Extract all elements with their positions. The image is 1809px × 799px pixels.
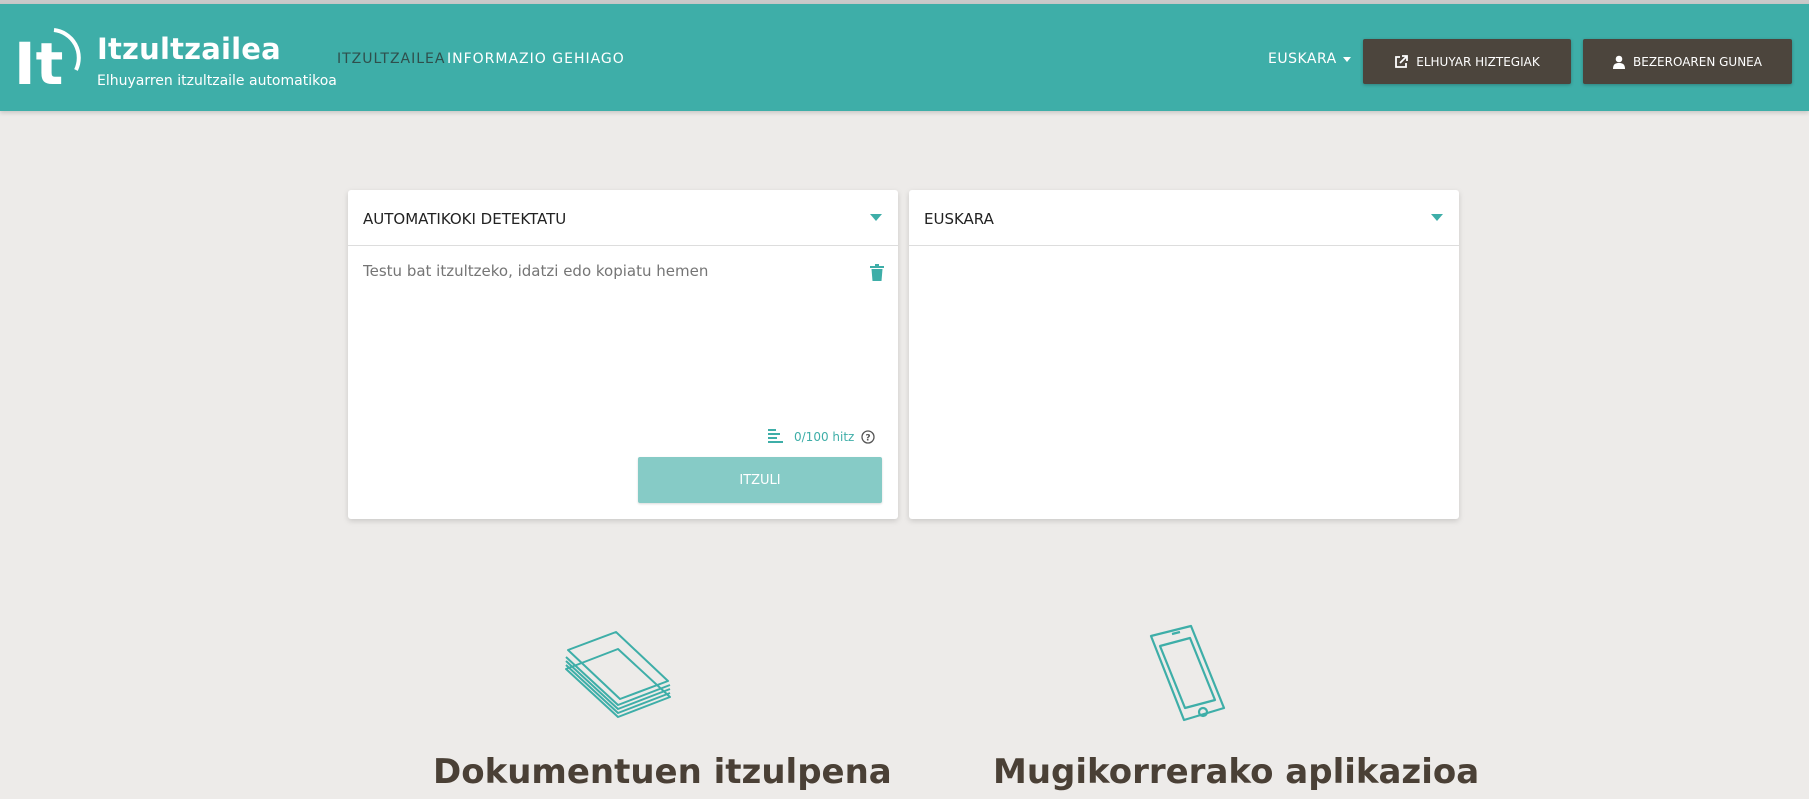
document-translation-title: Dokumentuen itzulpena <box>433 752 892 792</box>
elhuyar-dictionaries-label: ELHUYAR HIZTEGIAK <box>1416 54 1540 69</box>
trash-icon[interactable] <box>870 264 884 281</box>
caret-down-icon <box>1342 56 1351 62</box>
source-text-input[interactable] <box>363 262 843 280</box>
translate-button[interactable]: ITZULI <box>638 457 882 503</box>
app-title[interactable]: Itzultzailea <box>97 32 281 66</box>
documents-icon <box>565 631 671 718</box>
logo-icon[interactable]: It <box>14 26 84 90</box>
logo-text: It <box>14 30 63 90</box>
help-icon[interactable]: ? <box>861 430 875 444</box>
caret-down-icon <box>1431 214 1443 221</box>
external-link-icon <box>1395 54 1409 68</box>
top-header: It Itzultzailea Elhuyarren itzultzaile a… <box>0 4 1809 111</box>
elhuyar-dictionaries-button[interactable]: ELHUYAR HIZTEGIAK <box>1363 39 1571 84</box>
align-left-icon <box>768 429 783 443</box>
source-language-label: AUTOMATIKOKI DETEKTATU <box>363 210 567 228</box>
word-count: 0/100 hitz <box>794 430 855 444</box>
source-language-dropdown[interactable]: AUTOMATIKOKI DETEKTATU <box>348 190 898 246</box>
app-subtitle: Elhuyarren itzultzaile automatikoa <box>97 73 337 89</box>
interface-language-dropdown[interactable]: EUSKARA <box>1268 51 1351 67</box>
target-language-label: EUSKARA <box>924 210 994 228</box>
source-panel: AUTOMATIKOKI DETEKTATU 0/100 hitz ? ITZU… <box>348 190 898 519</box>
smartphone-icon <box>1149 624 1226 722</box>
translate-button-label: ITZULI <box>739 472 781 488</box>
nav-itzultzailea[interactable]: ITZULTZAILEA <box>337 51 445 67</box>
target-panel: EUSKARA <box>909 190 1459 519</box>
mobile-app-title: Mugikorrerako aplikazioa <box>993 752 1480 792</box>
caret-down-icon <box>870 214 882 221</box>
user-icon <box>1613 55 1626 69</box>
interface-language-label: EUSKARA <box>1268 51 1337 67</box>
translation-output <box>909 247 1459 519</box>
client-area-label: BEZEROAREN GUNEA <box>1633 54 1762 69</box>
nav-informazio-gehiago[interactable]: INFORMAZIO GEHIAGO <box>447 51 625 67</box>
target-language-dropdown[interactable]: EUSKARA <box>909 190 1459 246</box>
svg-text:?: ? <box>865 434 870 444</box>
client-area-button[interactable]: BEZEROAREN GUNEA <box>1583 39 1792 84</box>
